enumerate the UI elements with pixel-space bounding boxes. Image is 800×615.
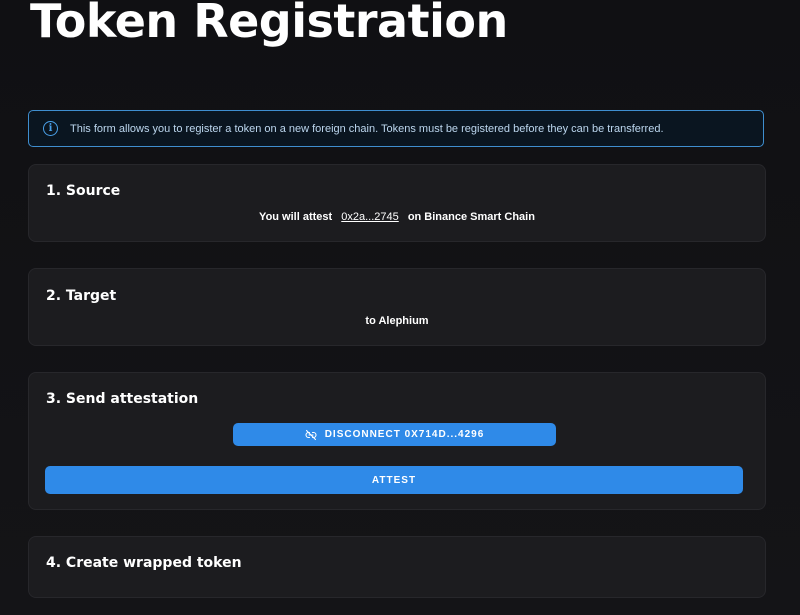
page: Token Registration i This form allows yo… bbox=[0, 0, 800, 615]
info-banner: i This form allows you to register a tok… bbox=[28, 110, 764, 147]
step-target-title: 2. Target bbox=[46, 288, 117, 304]
attest-label: ATTEST bbox=[371, 474, 417, 486]
source-prefix: You will attest bbox=[259, 211, 333, 223]
disconnect-wallet-button[interactable]: DISCONNECT 0X714D...4296 bbox=[233, 423, 556, 446]
target-chain-text: to Alephium bbox=[365, 315, 429, 327]
source-chain: on Binance Smart Chain bbox=[407, 211, 535, 223]
info-icon: i bbox=[43, 121, 58, 136]
step-source-title: 1. Source bbox=[46, 183, 121, 199]
step-target-card: 2. Target to Alephium bbox=[28, 268, 766, 346]
token-address-link[interactable]: 0x2a...2745 bbox=[341, 211, 399, 223]
step-create-wrapped-card: 4. Create wrapped token bbox=[28, 536, 766, 598]
source-summary: You will attest 0x2a...2745 on Binance S… bbox=[29, 211, 765, 223]
step-create-wrapped-title: 4. Create wrapped token bbox=[46, 555, 242, 571]
info-banner-text: This form allows you to register a token… bbox=[70, 122, 664, 135]
disconnect-wallet-label: DISCONNECT 0X714D...4296 bbox=[324, 429, 485, 440]
step-send-attestation-card: 3. Send attestation DISCONNECT 0X714D...… bbox=[28, 372, 766, 510]
attest-button[interactable]: ATTEST bbox=[45, 466, 743, 494]
step-send-attestation-title: 3. Send attestation bbox=[46, 391, 199, 407]
step-source-card: 1. Source You will attest 0x2a...2745 on… bbox=[28, 164, 766, 242]
page-title: Token Registration bbox=[30, 0, 508, 48]
link-off-icon bbox=[305, 429, 317, 440]
